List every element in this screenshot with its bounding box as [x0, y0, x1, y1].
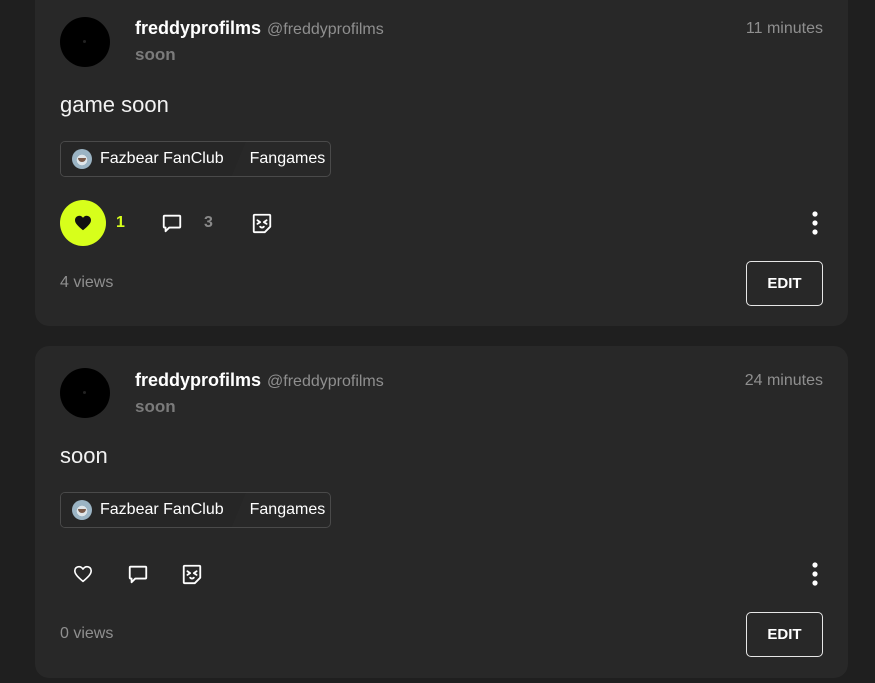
comment-button[interactable]	[123, 559, 153, 589]
post-body: soon	[60, 443, 108, 468]
author-handle[interactable]: @freddyprofilms	[267, 373, 384, 391]
heart-icon	[74, 565, 92, 583]
heart-icon	[75, 215, 91, 231]
share-icon	[182, 564, 202, 585]
community-name: Fazbear FanClub	[100, 501, 224, 518]
comment-count: 3	[204, 214, 213, 231]
share-button[interactable]	[247, 208, 277, 238]
category-name: Fangames	[249, 150, 326, 167]
author-line: freddyprofilms @freddyprofilms	[135, 18, 384, 39]
more-vertical-icon	[812, 211, 818, 235]
view-count: 0 views	[60, 625, 114, 642]
post-card: freddyprofilms @freddyprofilms soon 24 m…	[35, 346, 848, 678]
post-feed: freddyprofilms @freddyprofilms soon 11 m…	[0, 0, 875, 683]
community-tag: Fazbear FanClub Fangames	[60, 141, 331, 177]
view-count: 4 views	[60, 274, 114, 291]
more-vertical-icon	[812, 562, 818, 586]
like-button[interactable]	[60, 551, 106, 597]
community-name: Fazbear FanClub	[100, 150, 224, 167]
author-avatar[interactable]	[60, 17, 110, 67]
post-timestamp: 11 minutes	[745, 20, 823, 37]
community-link[interactable]: Fazbear FanClub	[61, 142, 246, 176]
post-subtitle: soon	[135, 45, 176, 64]
more-options-button[interactable]	[805, 208, 825, 238]
community-avatar	[72, 149, 92, 169]
community-link[interactable]: Fazbear FanClub	[61, 493, 246, 527]
author-display-name[interactable]: freddyprofilms	[135, 370, 261, 391]
post-card: freddyprofilms @freddyprofilms soon 11 m…	[35, 0, 848, 326]
community-tag: Fazbear FanClub Fangames	[60, 492, 331, 528]
share-button[interactable]	[177, 559, 207, 589]
category-link[interactable]: Fangames	[240, 493, 326, 527]
comment-button[interactable]	[157, 208, 187, 238]
more-options-button[interactable]	[805, 559, 825, 589]
author-line: freddyprofilms @freddyprofilms	[135, 370, 384, 391]
share-icon	[252, 213, 272, 234]
post-actions: 1 3	[60, 200, 825, 246]
comment-icon	[128, 565, 148, 584]
post-body: game soon	[60, 92, 169, 117]
post-timestamp: 24 minutes	[744, 372, 823, 389]
category-link[interactable]: Fangames	[240, 142, 326, 176]
edit-button[interactable]: EDIT	[746, 261, 823, 306]
author-display-name[interactable]: freddyprofilms	[135, 18, 261, 39]
community-avatar	[72, 500, 92, 520]
like-button[interactable]	[60, 200, 106, 246]
post-actions	[60, 551, 825, 597]
category-name: Fangames	[249, 501, 326, 518]
author-avatar[interactable]	[60, 368, 110, 418]
edit-button[interactable]: EDIT	[746, 612, 823, 657]
author-handle[interactable]: @freddyprofilms	[267, 21, 384, 39]
post-subtitle: soon	[135, 397, 176, 416]
comment-icon	[162, 214, 182, 233]
like-count: 1	[116, 214, 125, 231]
